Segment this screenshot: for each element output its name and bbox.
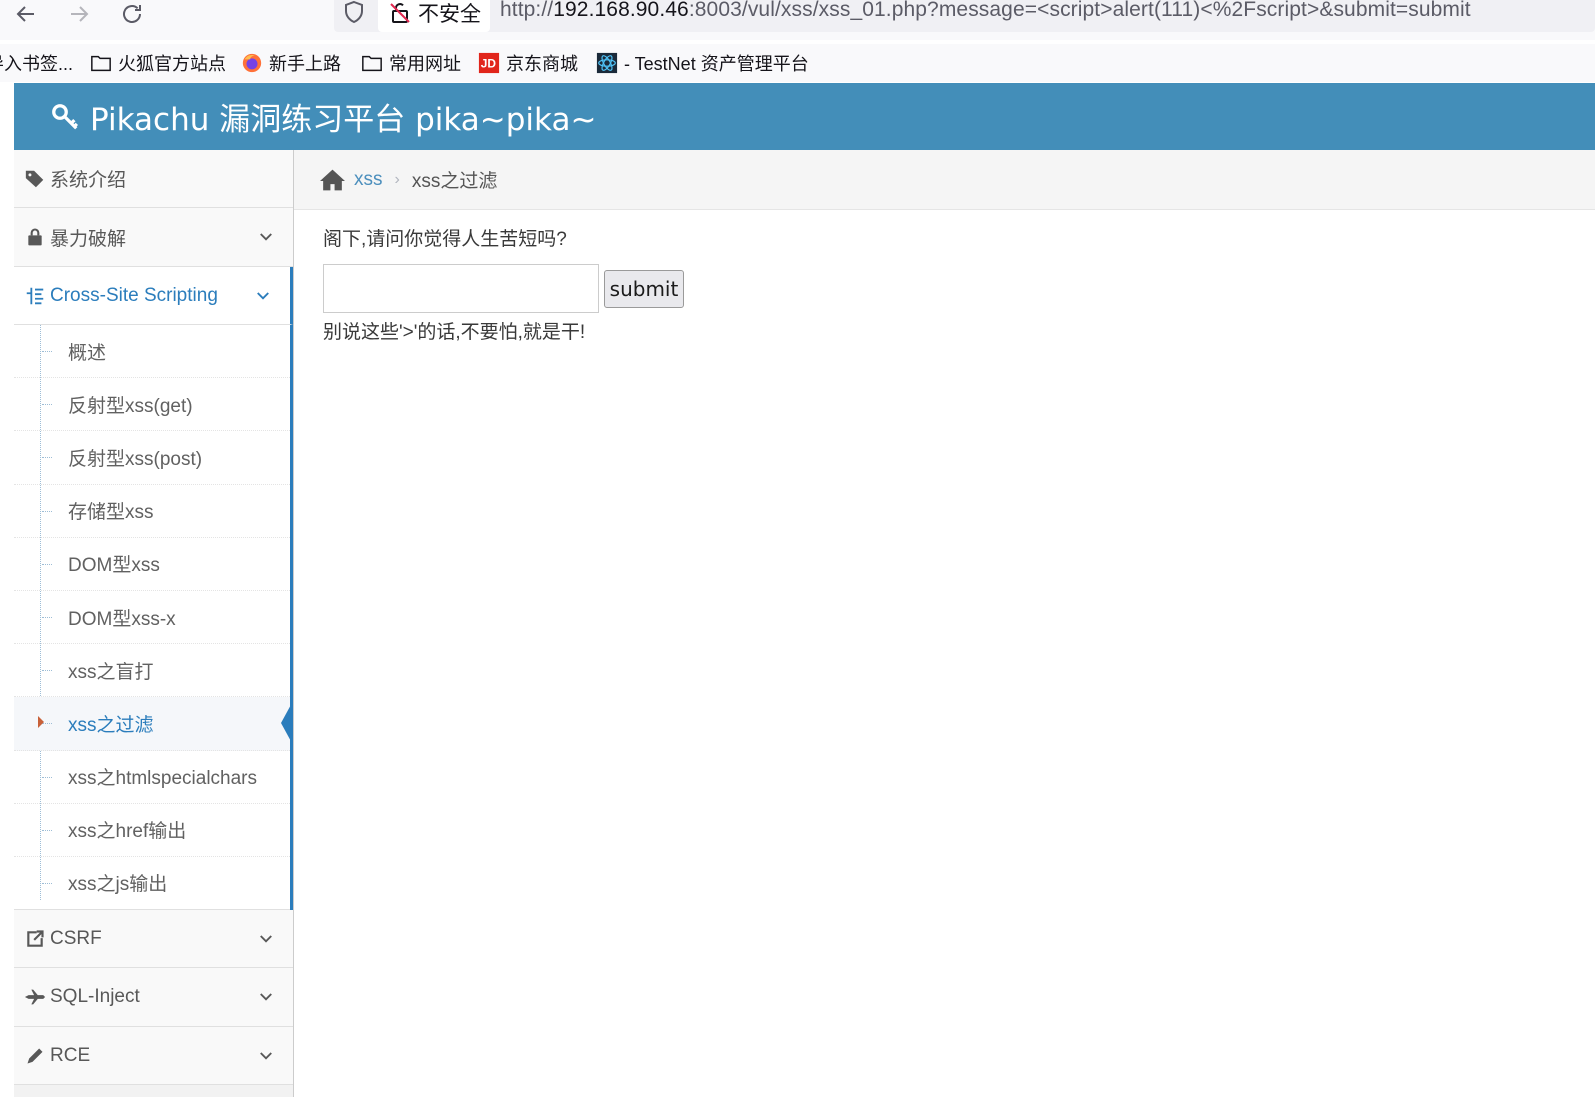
breadcrumb-link-xss[interactable]: xss [354, 169, 383, 191]
sidebar-item-label: RCE [50, 1044, 91, 1066]
submenu-item-label: xss之htmlspecialchars [68, 768, 257, 790]
submenu-item-filter[interactable]: xss之过滤 [14, 697, 293, 751]
url-text[interactable]: http://192.168.90.46:8003/vul/xss/xss_01… [500, 0, 1471, 22]
submenu-item-label: 反射型xss(get) [68, 395, 193, 417]
submenu-item-stored[interactable]: 存储型xss [14, 485, 290, 538]
bookmark-common-sites[interactable]: 常用网址 [361, 48, 461, 78]
active-indicator [281, 701, 293, 746]
submenu-item-blind[interactable]: xss之盲打 [14, 644, 290, 698]
forward-button[interactable] [59, 0, 99, 28]
reload-button[interactable] [112, 0, 152, 28]
submenu-item-label: DOM型xss-x [68, 608, 176, 630]
breadcrumb-current: xss之过滤 [411, 171, 498, 192]
sidebar-item-label: 暴力破解 [50, 228, 127, 250]
submenu-item-label: xss之href输出 [68, 821, 187, 843]
bookmark-label: 火狐官方站点 [118, 54, 226, 74]
xss-submenu: 概述 反射型xss(get) 反射型xss(post) 存储型xss DOM型x… [14, 325, 293, 911]
fighter-jet-icon [24, 986, 46, 1008]
bookmark-label: 常用网址 [389, 54, 461, 74]
submenu-item-htmlspecialchars[interactable]: xss之htmlspecialchars [14, 751, 290, 804]
page-header: Pikachu 漏洞练习平台 pika~pika~ [14, 83, 1595, 150]
result-message: 别说这些'>'的话,不要怕,就是干! [323, 322, 586, 343]
back-button[interactable] [6, 0, 46, 28]
submenu-item-label: DOM型xss [68, 555, 160, 577]
insecure-lock-icon [390, 3, 410, 23]
submenu-item-label: xss之过滤 [68, 714, 154, 736]
chevron-down-icon [260, 935, 272, 943]
bookmark-label: 导入书签... [0, 54, 74, 74]
sidebar-item-label: CSRF [50, 927, 102, 949]
pencil-icon [24, 1045, 46, 1067]
sidebar-item-system-intro[interactable]: 系统介绍 [14, 150, 293, 208]
breadcrumb-separator: › [394, 170, 400, 188]
bookmark-firefox-official[interactable]: 火狐官方站点 [90, 48, 226, 78]
bookmark-jd[interactable]: JD 京东商城 [478, 48, 578, 78]
folder-icon [91, 55, 111, 72]
submenu-item-label: 概述 [68, 342, 107, 364]
tags-icon [24, 168, 46, 190]
jd-icon: JD [478, 52, 500, 74]
sidebar: 系统介绍 暴力破解 Cross-Site Scripting 概述 反射型xss… [14, 150, 294, 1097]
submenu-item-label: xss之盲打 [68, 661, 154, 683]
sidebar-item-label: Cross-Site Scripting [50, 284, 218, 306]
site-title[interactable]: Pikachu 漏洞练习平台 pika~pika~ [90, 94, 596, 139]
chevron-down-icon [260, 233, 272, 241]
insecure-label: 不安全 [418, 3, 481, 26]
sidebar-item-label: SQL-Inject [50, 986, 140, 1008]
sidebar-item-rce[interactable]: RCE [14, 1027, 293, 1086]
bookmarks-toolbar: 导入书签... 火狐官方站点 新手上路 常用网址 JD 京东商城 - TestN… [0, 44, 1595, 82]
url-prefix: http:// [500, 0, 554, 21]
key-icon [52, 103, 79, 129]
caret-right-icon [38, 716, 44, 729]
bookmark-label: 京东商城 [506, 54, 578, 74]
bookmark-getting-started[interactable]: 新手上路 [241, 48, 341, 78]
forward-arrow-icon [71, 6, 89, 22]
sidebar-item-brute-force[interactable]: 暴力破解 [14, 208, 293, 267]
submenu-item-label: xss之js输出 [68, 874, 168, 896]
submit-button[interactable]: submit [604, 270, 684, 308]
sidebar-item-xss[interactable]: Cross-Site Scripting [14, 267, 293, 325]
url-host: 192.168.90.46 [553, 0, 689, 21]
submenu-item-href-output[interactable]: xss之href输出 [14, 804, 290, 857]
browser-toolbar: 不安全 http://192.168.90.46:8003/vul/xss/xs… [0, 0, 1595, 40]
tracking-shield-icon[interactable] [342, 0, 370, 26]
submenu-item-overview[interactable]: 概述 [14, 325, 290, 379]
list-tree-icon [24, 285, 46, 307]
sidebar-item-label: 系统介绍 [50, 170, 127, 191]
submenu-item-dom[interactable]: DOM型xss [14, 538, 290, 591]
bookmark-label: - TestNet 资产管理平台 [624, 54, 809, 74]
sidebar-item-sql-inject[interactable]: SQL-Inject [14, 968, 293, 1028]
submenu-item-reflected-post[interactable]: 反射型xss(post) [14, 431, 290, 485]
connection-insecure-indicator[interactable]: 不安全 [378, 0, 490, 32]
message-input[interactable] [323, 264, 599, 313]
breadcrumb: xss › xss之过滤 [294, 150, 1595, 210]
firefox-icon [242, 53, 262, 73]
chevron-down-icon [260, 1052, 272, 1060]
submenu-item-js-output[interactable]: xss之js输出 [14, 857, 290, 911]
jd-logo-text: JD [481, 57, 497, 71]
bookmark-testnet[interactable]: - TestNet 资产管理平台 [596, 48, 809, 78]
share-square-icon [24, 928, 46, 950]
chevron-down-icon [257, 292, 269, 300]
url-path: :8003/vul/xss/xss_01.php?message=<script… [688, 0, 1471, 21]
bookmark-import[interactable]: 导入书签... [0, 48, 73, 78]
submenu-item-reflected-get[interactable]: 反射型xss(get) [14, 378, 290, 432]
submenu-item-dom-x[interactable]: DOM型xss-x [14, 591, 290, 645]
sidebar-item-csrf[interactable]: CSRF [14, 910, 293, 969]
folder-icon [362, 55, 382, 72]
form-prompt: 阁下,请问你觉得人生苦短吗? [323, 229, 567, 250]
submenu-item-label: 存储型xss [68, 502, 154, 524]
reload-icon [123, 5, 141, 23]
back-arrow-icon [16, 6, 34, 22]
submenu-item-label: 反射型xss(post) [68, 448, 203, 470]
lock-icon [24, 226, 46, 248]
home-icon[interactable] [319, 168, 346, 192]
bookmark-label: 新手上路 [269, 54, 341, 74]
testnet-icon [596, 52, 618, 74]
chevron-down-icon [260, 993, 272, 1001]
